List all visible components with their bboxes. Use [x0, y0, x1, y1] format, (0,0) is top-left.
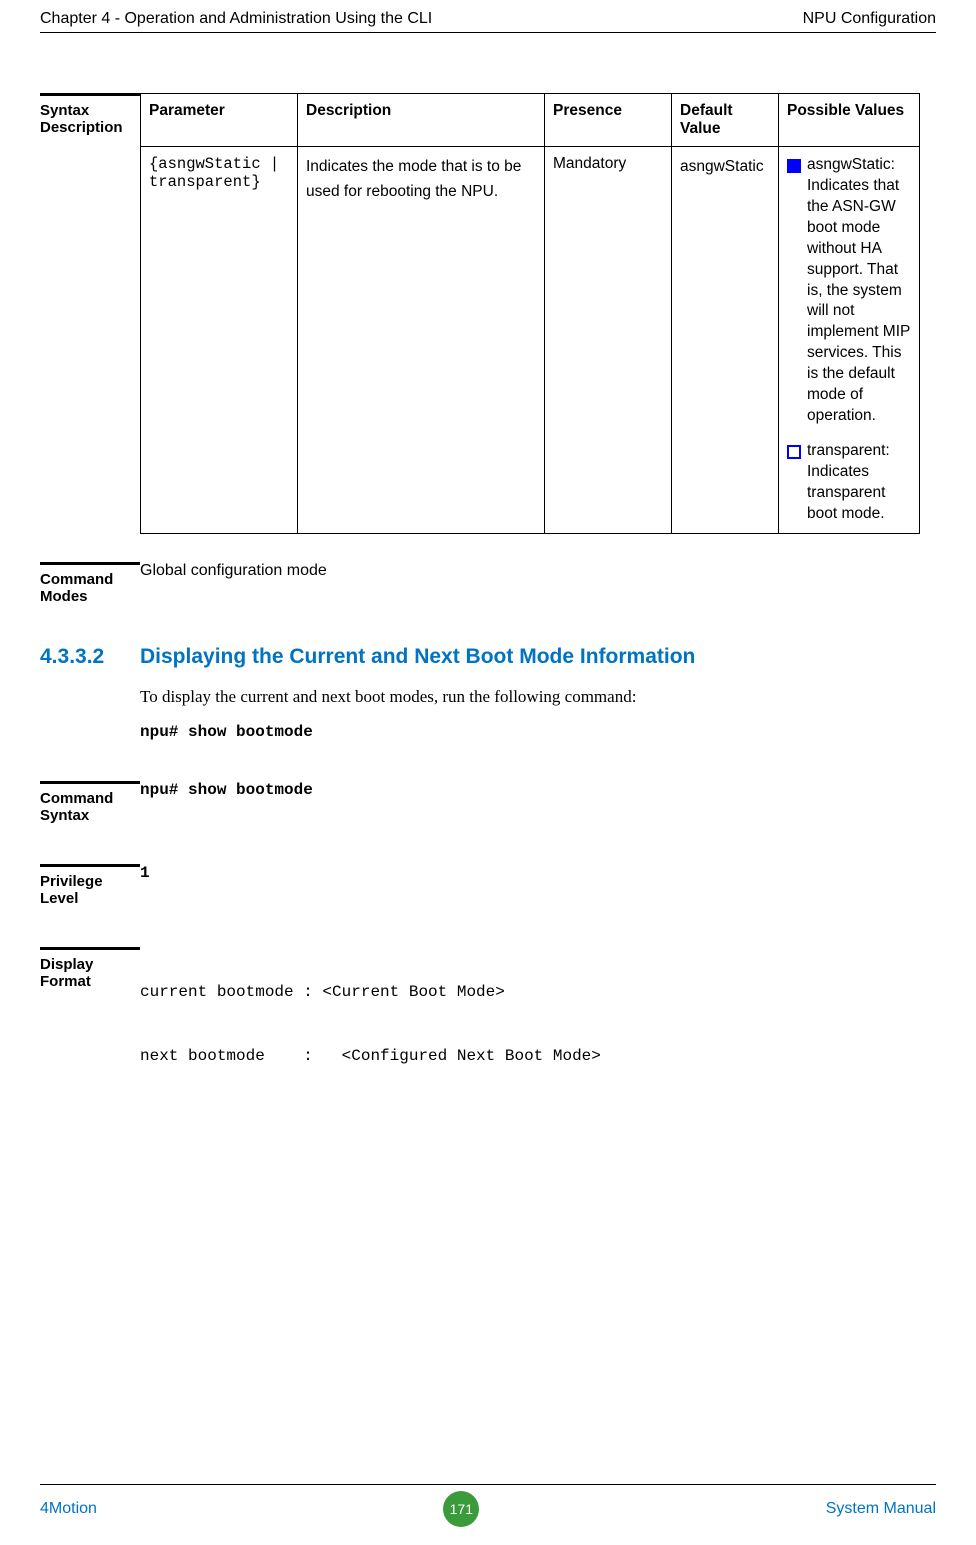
col-description: Description [298, 94, 545, 147]
section-title: Displaying the Current and Next Boot Mod… [140, 645, 695, 669]
list-item: asngwStatic: Indicates that the ASN-GW b… [787, 155, 911, 427]
command-syntax-rule [40, 781, 140, 784]
command-modes-rule [40, 562, 140, 565]
command-syntax-value: npu# show bootmode [140, 781, 313, 824]
col-presence: Presence [545, 94, 672, 147]
header-right: NPU Configuration [803, 10, 936, 28]
header-left: Chapter 4 - Operation and Administration… [40, 10, 432, 28]
parameter-table: Parameter Description Presence Default V… [140, 93, 920, 534]
col-possible: Possible Values [779, 94, 920, 147]
cell-default: asngwStatic [672, 147, 779, 534]
table-row: {asngwStatic | transparent} Indicates th… [141, 147, 920, 534]
cell-possible: asngwStatic: Indicates that the ASN-GW b… [779, 147, 920, 534]
command-example: npu# show bootmode [140, 723, 936, 741]
intro-text: To display the current and next boot mod… [140, 687, 936, 707]
footer-rule [40, 1484, 936, 1485]
page-number-badge: 171 [443, 1491, 479, 1527]
privilege-level-value: 1 [140, 864, 150, 907]
col-parameter: Parameter [141, 94, 298, 147]
display-format-line2: next bootmode : <Configured Next Boot Mo… [140, 1047, 601, 1065]
square-bullet-icon [787, 159, 801, 173]
possible-value-2: transparent: Indicates transparent boot … [807, 441, 911, 525]
square-bullet-icon [787, 445, 801, 459]
header-rule [40, 32, 936, 33]
table-header-row: Parameter Description Presence Default V… [141, 94, 920, 147]
footer: 4Motion 171 System Manual [40, 1476, 936, 1527]
possible-value-1: asngwStatic: Indicates that the ASN-GW b… [807, 155, 911, 427]
command-modes-label: Command Modes [40, 569, 140, 605]
section-number: 4.3.3.2 [40, 645, 140, 669]
display-format-label: Display Format [40, 954, 140, 990]
syntax-description-label: Syntax Description [40, 100, 140, 136]
command-modes-value: Global configuration mode [140, 562, 327, 605]
cell-description: Indicates the mode that is to be used fo… [298, 147, 545, 534]
list-item: transparent: Indicates transparent boot … [787, 441, 911, 525]
col-default: Default Value [672, 94, 779, 147]
footer-right: System Manual [826, 1500, 936, 1518]
cell-presence: Mandatory [545, 147, 672, 534]
privilege-level-label: Privilege Level [40, 871, 140, 907]
display-format-line1: current bootmode : <Current Boot Mode> [140, 983, 601, 1001]
footer-left: 4Motion [40, 1500, 97, 1518]
cell-parameter: {asngwStatic | transparent} [141, 147, 298, 534]
privilege-rule [40, 864, 140, 867]
display-format-rule [40, 947, 140, 950]
display-format-value: current bootmode : <Current Boot Mode> n… [140, 947, 601, 1101]
command-syntax-label: Command Syntax [40, 788, 140, 824]
syntax-rule [40, 93, 140, 96]
